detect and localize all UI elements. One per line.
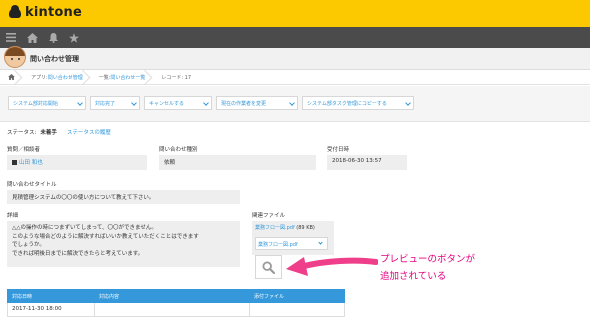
inquiry-type-field: 依頼 [159,155,316,170]
breadcrumb-app-prefix: アプリ: [31,74,48,81]
detail-label: 詳細 [7,213,19,219]
detail-field: △△の操作の時につまずいてしまって、〇〇ができません。 このような場合どのように… [7,221,240,267]
complete-response-button[interactable]: 対応完了 [90,96,140,110]
start-system-response-label: システム部対応開始 [13,100,58,107]
chevron-down-icon [289,100,295,106]
start-system-response-button[interactable]: システム部対応開始 [8,96,86,110]
table-header-date: 対応日時 [12,293,33,300]
breadcrumb-home[interactable] [0,70,23,85]
file-select-dropdown[interactable]: 業務フロー図.pdf [255,237,328,250]
logo-icon [9,4,21,18]
table-header-content: 対応内容 [99,293,120,300]
chevron-down-icon [203,100,209,106]
app-icon [4,46,26,68]
preview-button[interactable] [255,255,282,279]
user-icon [12,160,17,165]
home-icon[interactable] [27,32,38,43]
status-value: 未着手 [40,130,57,136]
callout-line-1: プレビューのボタンが [380,254,476,265]
app-header: 問い合わせ管理 [0,46,590,70]
status-line: ステータス: 未着手 ステータスの履歴 [7,128,111,136]
received-date-field: 2018-06-30 13:57 [327,155,407,170]
home-icon [8,74,15,80]
chevron-down-icon [77,100,83,106]
received-date-label: 受付日時 [327,147,350,153]
chevron-down-icon [318,240,323,245]
change-assignee-button[interactable]: 現在の作業者を変更 [216,96,298,110]
bell-icon[interactable] [49,32,58,43]
breadcrumb-app-link[interactable]: 問い合わせ管理 [48,74,83,81]
inquiry-type-label: 問い合わせ種別 [159,147,198,153]
inquiry-title-field: 見積管理システムの〇〇の使い方について教えて下さい。 [7,190,240,204]
file-size: (89 KB) [294,225,315,231]
change-assignee-label: 現在の作業者を変更 [221,100,267,107]
top-bar: kintone [0,0,590,27]
table-row: 2017-11-30 18:00 [7,303,345,317]
detail-line: でしょうか。 [12,242,45,248]
response-table-header: 対応日時 対応内容 添付ファイル [7,289,345,303]
related-files-label: 関連ファイル [252,213,286,219]
chevron-down-icon [131,100,137,106]
detail-line: できれば明後日までに解決できたらと考えています。 [12,250,144,257]
chevron-down-icon [405,100,411,106]
requester-label: 質問／相談者 [7,147,41,153]
detail-line: △△の操作の時につまずいてしまって、〇〇ができません。 [12,225,157,231]
breadcrumb-list: 一覧: 問い合わせ一覧 [91,70,154,85]
cancel-label: キャンセルする [149,100,185,107]
app-title: 問い合わせ管理 [30,55,79,63]
copy-to-task-app-label: システム部タスク管理にコピーする [307,100,387,107]
breadcrumb-list-link[interactable]: 問い合わせ一覧 [110,74,145,81]
star-icon[interactable] [69,32,79,43]
menu-icon[interactable] [6,33,16,42]
complete-response-label: 対応完了 [95,100,116,107]
requester-field: 山田 和也 [7,155,147,170]
file-name[interactable]: 業務フロー図.pdf [255,225,295,231]
file-link[interactable]: 業務フロー図.pdf (89 KB) [255,224,315,231]
file-select-value: 業務フロー図.pdf [258,242,298,248]
breadcrumb: アプリ: 問い合わせ管理 一覧: 問い合わせ一覧 レコード: 17 [0,70,590,85]
kintone-logo[interactable]: kintone [9,4,82,20]
copy-to-task-app-button[interactable]: システム部タスク管理にコピーする [302,96,414,110]
search-icon [262,260,275,274]
inquiry-title-label: 問い合わせタイトル [7,182,57,188]
breadcrumb-list-prefix: 一覧: [98,74,111,81]
breadcrumb-record: レコード: 17 [153,70,199,85]
action-toolbar: システム部対応開始 対応完了 キャンセルする 現在の作業者を変更 システム部タス… [0,86,590,122]
table-cell-date: 2017-11-30 18:00 [12,306,62,312]
status-history-link[interactable]: ステータスの履歴 [67,128,111,136]
status-label: ステータス: [7,130,37,136]
callout-line-2: 追加されている [380,271,447,282]
logo-text: kintone [25,5,82,20]
annotation-callout: プレビューのボタンが 追加されている [380,251,475,285]
cancel-button[interactable]: キャンセルする [144,96,212,110]
nav-bar [0,27,590,48]
annotation-arrow [286,257,378,276]
breadcrumb-app: アプリ: 問い合わせ管理 [23,70,91,85]
detail-line: このような場合どのように解決すればいいか教えていただくことはできます [12,233,199,240]
requester-user-link[interactable]: 山田 和也 [19,160,43,166]
table-header-attachment: 添付ファイル [254,293,285,300]
breadcrumb-record-label: レコード: 17 [161,74,192,81]
